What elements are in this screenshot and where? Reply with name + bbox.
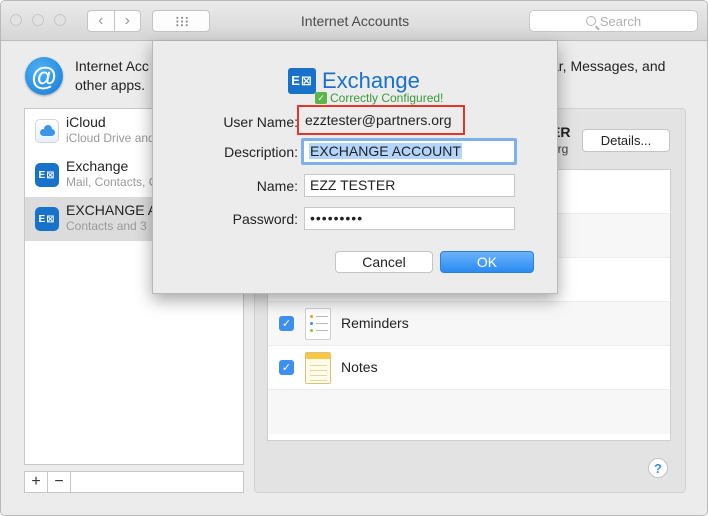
account-name: EXCHANGE A	[66, 202, 158, 218]
password-field[interactable]: •••••••••	[304, 207, 515, 230]
exchange-logo-text: Exchange	[322, 68, 420, 93]
internet-accounts-icon: @	[25, 57, 63, 95]
header-text-tail: ar, Messages, and	[551, 58, 666, 74]
search-icon	[585, 16, 596, 26]
divider	[70, 472, 71, 492]
add-account-button[interactable]: +	[25, 472, 47, 492]
list-item	[268, 390, 670, 434]
password-label: Password:	[232, 211, 298, 227]
search-field[interactable]: Search	[529, 10, 698, 32]
reminders-checkbox[interactable]: ✓	[279, 316, 294, 331]
internet-accounts-window: ‹ › Internet Accounts Search @ Internet …	[0, 0, 708, 516]
title-bar: ‹ › Internet Accounts Search	[1, 1, 707, 41]
search-placeholder: Search	[599, 13, 642, 29]
list-actions-bar: + −	[24, 471, 244, 493]
name-label: Name:	[256, 178, 298, 194]
account-subtitle: iCloud Drive and	[66, 131, 155, 145]
username-label: User Name:	[223, 114, 298, 130]
icloud-icon	[35, 119, 59, 143]
remove-account-button[interactable]: −	[48, 472, 70, 492]
cancel-button[interactable]: Cancel	[335, 251, 433, 273]
help-button[interactable]: ?	[648, 458, 668, 478]
description-label: Description:	[224, 144, 298, 160]
name-field[interactable]: EZZ TESTER	[304, 174, 515, 197]
details-button[interactable]: Details...	[582, 129, 670, 152]
service-label: Notes	[341, 359, 378, 375]
service-label: Reminders	[341, 315, 409, 331]
service-row-notes[interactable]: ✓ Notes	[268, 346, 670, 390]
description-value: EXCHANGE ACCOUNT	[309, 143, 462, 159]
username-value[interactable]: ezztester@partners.org	[305, 112, 452, 128]
name-value: EZZ TESTER	[310, 177, 396, 193]
description-field[interactable]: EXCHANGE ACCOUNT	[301, 138, 517, 165]
exchange-icon: E⊠	[288, 68, 316, 94]
status-text: Correctly Configured!	[330, 91, 444, 105]
account-name: Exchange	[66, 158, 129, 174]
account-subtitle: Contacts and 3	[66, 219, 147, 233]
password-value: •••••••••	[310, 210, 364, 226]
notes-icon	[305, 352, 331, 384]
exchange-icon: E⊠	[35, 207, 59, 231]
service-row-reminders[interactable]: ✓ Reminders	[268, 302, 670, 346]
reminders-icon	[305, 308, 331, 340]
exchange-icon: E⊠	[35, 163, 59, 187]
check-icon: ✓	[315, 92, 327, 104]
notes-checkbox[interactable]: ✓	[279, 360, 294, 375]
ok-button[interactable]: OK	[440, 251, 534, 273]
account-subtitle: Mail, Contacts, C	[66, 175, 158, 189]
configuration-status: ✓ Correctly Configured!	[315, 91, 443, 105]
account-name: iCloud	[66, 114, 106, 130]
